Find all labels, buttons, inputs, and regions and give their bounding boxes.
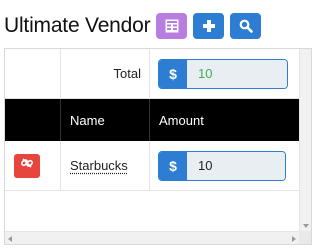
column-header-amount[interactable]: Amount: [150, 99, 301, 141]
row-name-cell: Starbucks: [61, 141, 150, 190]
search-icon: [239, 19, 253, 33]
total-value[interactable]: 10: [187, 59, 287, 88]
amount-input[interactable]: 10: [187, 151, 285, 180]
table-view-button[interactable]: [156, 13, 188, 39]
unlink-icon: [20, 156, 34, 175]
table-header-row: Name Amount: [5, 99, 301, 141]
add-button[interactable]: [193, 13, 225, 39]
scroll-down-icon[interactable]: [303, 224, 309, 228]
scrollbar-corner: [299, 231, 311, 244]
plus-icon: [202, 19, 216, 33]
total-cell: $ 10: [150, 49, 301, 98]
total-label: Total: [61, 49, 150, 98]
column-header-actions: [5, 99, 61, 141]
table-icon: [165, 19, 179, 33]
vendor-name-link[interactable]: Starbucks: [70, 158, 128, 173]
vertical-scrollbar[interactable]: [299, 49, 311, 232]
scroll-right-icon[interactable]: [292, 236, 296, 242]
row-actions-cell: [5, 141, 61, 190]
horizontal-scrollbar[interactable]: [5, 231, 299, 244]
scroll-left-icon[interactable]: [8, 236, 12, 242]
currency-addon: $: [159, 151, 187, 180]
page-header: Ultimate Vendor: [4, 13, 262, 39]
total-field[interactable]: $ 10: [158, 58, 288, 89]
total-row: Total $ 10: [5, 49, 301, 99]
amount-field[interactable]: $ 10: [158, 150, 286, 181]
column-header-name[interactable]: Name: [61, 99, 150, 141]
page-title: Ultimate Vendor: [4, 14, 151, 37]
vendor-table-panel: Total $ 10 Name Amount Starbucks $ 10: [4, 48, 312, 245]
currency-addon: $: [159, 59, 187, 88]
remove-row-button[interactable]: [14, 153, 40, 178]
total-empty-cell: [5, 49, 61, 98]
search-button[interactable]: [230, 13, 262, 39]
row-amount-cell: $ 10: [150, 141, 301, 190]
table-row: Starbucks $ 10: [5, 141, 301, 191]
